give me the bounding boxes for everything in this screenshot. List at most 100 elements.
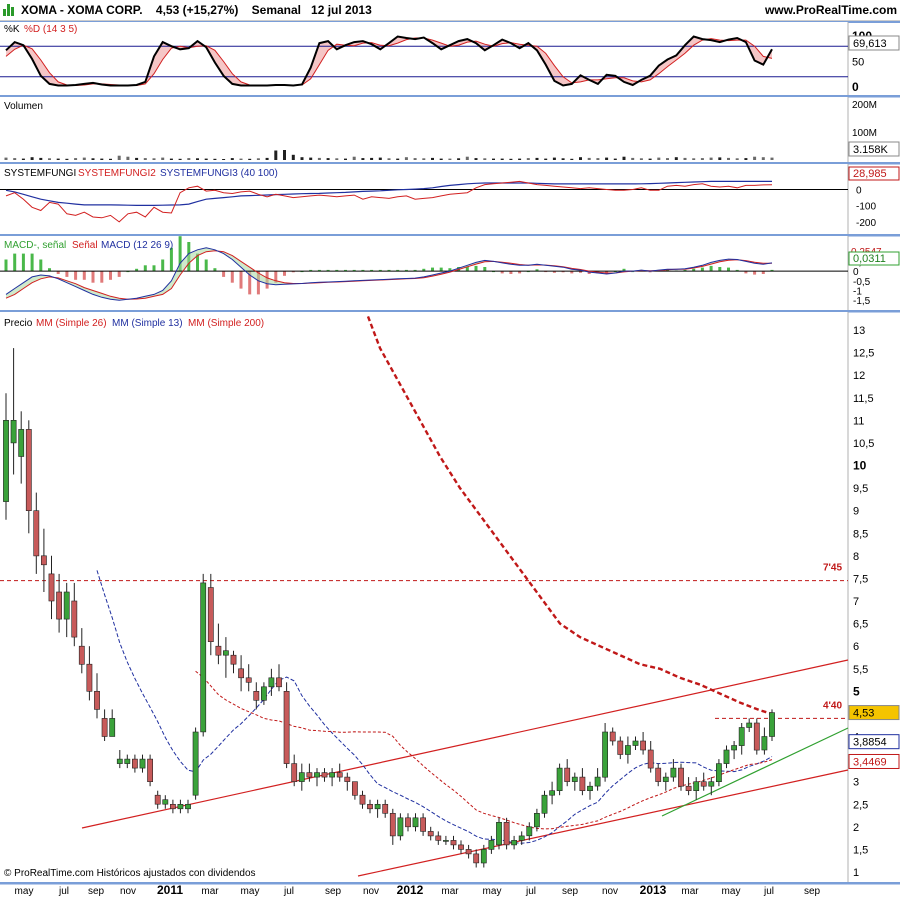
candle-body xyxy=(685,785,692,792)
systemfungi-tick-label: -200 xyxy=(856,218,876,229)
macd-histogram-bar xyxy=(30,253,34,272)
candle-body xyxy=(18,429,25,457)
macd-title-2: Señal xyxy=(72,240,98,251)
macd-histogram-bar xyxy=(4,259,8,272)
price-tick-label: 12 xyxy=(853,370,865,382)
systemfungi-title: SYSTEMFUNGI SYSTEMFUNGI2 SYSTEMFUNGI3 (4… xyxy=(4,168,278,179)
x-axis-month-label: nov xyxy=(602,886,618,897)
copyright-footer: © ProRealTime.com Históricos ajustados c… xyxy=(4,868,256,879)
x-axis-month-label: nov xyxy=(120,886,136,897)
volume-bar xyxy=(178,158,182,160)
volume-bar xyxy=(587,157,591,160)
volume-bar xyxy=(535,157,539,160)
candle-body xyxy=(94,690,100,710)
volume-bar xyxy=(761,157,765,160)
volume-bar xyxy=(117,155,121,160)
candle-body xyxy=(420,817,426,832)
chart-header: XOMA - XOMA CORP. 4,53 (+15,27%) Semanal… xyxy=(0,0,900,21)
candle-body xyxy=(154,794,161,805)
systemfungi-title-3: SYSTEMFUNGI3 (40 100) xyxy=(160,168,278,179)
volume-bar xyxy=(631,157,635,160)
volume-bar xyxy=(727,157,730,160)
volume-bar xyxy=(187,158,191,160)
x-axis-month-label: sep xyxy=(88,886,105,897)
volume-bar xyxy=(439,158,443,160)
candle-body xyxy=(230,654,237,665)
stoch-tick-label: 50 xyxy=(852,57,864,69)
stoch-tick-label: 0 xyxy=(852,80,859,94)
candle-body xyxy=(496,821,502,846)
candle-body xyxy=(283,690,290,764)
stoch-title-k: %K xyxy=(4,24,20,35)
x-axis-month-label: may xyxy=(483,886,502,897)
price-tick-label: 1,5 xyxy=(853,844,868,856)
candle-body xyxy=(56,591,62,620)
candle-body xyxy=(351,781,358,796)
header-ticker: XOMA - XOMA CORP. xyxy=(21,3,143,17)
price-tick-label: 1 xyxy=(853,867,859,879)
volume-tick-label: 200M xyxy=(852,100,877,111)
macd-histogram-bar xyxy=(727,267,730,272)
volume-bar xyxy=(509,158,513,160)
candle-body xyxy=(587,785,593,792)
price-tick-label: 11 xyxy=(853,415,864,427)
price-tick-label: 6,5 xyxy=(853,619,868,631)
price-tick-label: 7 xyxy=(853,596,859,608)
candle-body xyxy=(336,772,343,778)
volume-bar xyxy=(300,157,304,160)
candle-body xyxy=(427,831,434,837)
candle-body xyxy=(678,767,684,787)
candle-body xyxy=(177,803,184,810)
candle-body xyxy=(632,740,639,746)
volume-bar xyxy=(448,158,452,160)
candle-body xyxy=(170,803,176,810)
candle-body xyxy=(306,772,313,778)
price-tick-label: 7,5 xyxy=(853,573,868,585)
macd-histogram-bar xyxy=(117,271,121,277)
candle-body xyxy=(647,749,654,769)
volume-bar xyxy=(48,158,51,160)
macd-histogram-bar xyxy=(431,267,434,272)
volume-bar xyxy=(387,158,391,160)
price-title-2: MM (Simple 26) xyxy=(36,318,107,329)
header-site-link[interactable]: www.ProRealTime.com xyxy=(765,3,897,17)
volume-bar xyxy=(39,157,43,160)
volume-bar xyxy=(561,158,565,160)
price-tick-label: 10,5 xyxy=(853,438,874,450)
candle-body xyxy=(245,677,252,683)
x-axis-month-label: sep xyxy=(562,886,579,897)
systemfungi-tick-label: 0 xyxy=(856,185,862,196)
macd-histogram-bar xyxy=(21,253,25,272)
volume-bar xyxy=(500,158,504,160)
volume-bar xyxy=(474,158,478,160)
x-axis-month-label: may xyxy=(241,886,260,897)
price-title-4: MM (Simple 200) xyxy=(188,318,264,329)
volume-bar xyxy=(735,158,739,160)
candle-body xyxy=(3,419,9,502)
panel-separator xyxy=(0,882,900,885)
candle-body xyxy=(78,645,85,665)
candle-body xyxy=(253,690,260,701)
candle-body xyxy=(374,803,381,810)
volume-bar xyxy=(30,157,34,160)
candle-body xyxy=(116,758,123,764)
candle-body xyxy=(442,840,449,842)
volume-bar xyxy=(683,157,687,160)
macd-histogram-bar xyxy=(74,271,78,280)
candle-body xyxy=(518,835,525,841)
candle-body xyxy=(397,817,404,837)
price-tick-label: 5 xyxy=(853,684,860,698)
stoch-title-d: %D (14 3 5) xyxy=(24,24,77,35)
volume-bar xyxy=(317,157,321,160)
candle-body xyxy=(276,677,282,688)
candle-body xyxy=(723,749,730,764)
volume-bar xyxy=(605,157,609,160)
candle-body xyxy=(503,821,510,846)
volume-bar xyxy=(239,158,243,160)
panel-vol-background xyxy=(0,97,848,162)
candle-body xyxy=(549,790,555,796)
macd-histogram-bar xyxy=(161,259,165,272)
candle-body xyxy=(450,840,457,846)
x-axis-month-label: may xyxy=(722,886,741,897)
price-tick-label: 2,5 xyxy=(853,799,868,811)
